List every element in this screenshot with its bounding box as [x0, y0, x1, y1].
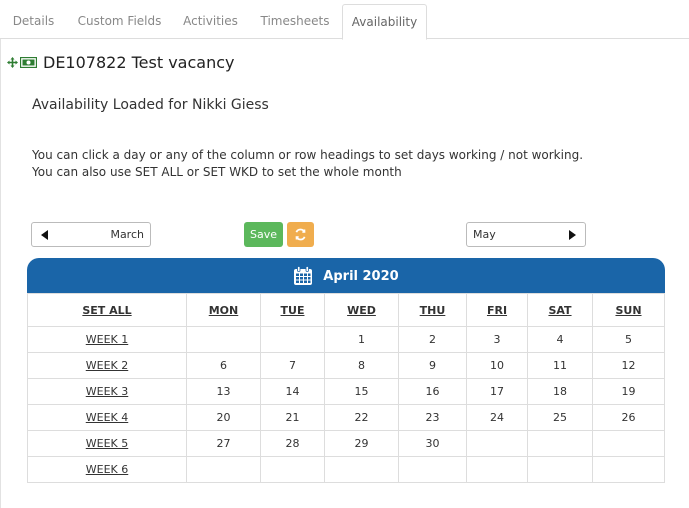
day-cell[interactable] [466, 456, 528, 483]
day-heading-tue[interactable]: TUE [260, 293, 325, 327]
day-heading-sat[interactable]: SAT [527, 293, 593, 327]
day-cell[interactable] [527, 430, 593, 457]
calendar-grid: SET ALL MON TUE WED THU FRI SAT SUN WEEK… [27, 293, 665, 483]
day-cell[interactable] [466, 430, 528, 457]
week-row: WEEK 4 20 21 22 23 24 25 26 [27, 404, 665, 431]
day-cell[interactable]: 9 [398, 352, 467, 379]
day-cell[interactable]: 13 [186, 378, 261, 405]
availability-loaded-text: Availability Loaded for Nikki Giess [32, 97, 269, 113]
cash-icon [20, 56, 37, 68]
calendar-title: April 2020 [323, 268, 399, 284]
day-cell[interactable]: 24 [466, 404, 528, 431]
day-cell[interactable]: 3 [466, 326, 528, 353]
week-heading[interactable]: WEEK 6 [27, 456, 187, 483]
help-text-line-1: You can click a day or any of the column… [32, 148, 584, 162]
day-cell[interactable]: 10 [466, 352, 528, 379]
move-icon[interactable] [7, 56, 18, 68]
previous-month-button[interactable]: March [31, 222, 151, 247]
week-heading[interactable]: WEEK 2 [27, 352, 187, 379]
day-cell[interactable]: 11 [527, 352, 593, 379]
day-cell[interactable] [592, 430, 665, 457]
day-cell[interactable]: 23 [398, 404, 467, 431]
week-heading[interactable]: WEEK 5 [27, 430, 187, 457]
day-cell[interactable]: 1 [324, 326, 399, 353]
tab-timesheets[interactable]: Timesheets [251, 4, 339, 39]
tab-activities[interactable]: Activities [173, 4, 248, 39]
tab-availability[interactable]: Availability [342, 4, 427, 40]
tab-details[interactable]: Details [3, 4, 64, 39]
day-cell[interactable] [186, 456, 261, 483]
day-cell[interactable]: 16 [398, 378, 467, 405]
week-row: WEEK 6 [27, 456, 665, 483]
day-cell[interactable]: 30 [398, 430, 467, 457]
day-cell[interactable]: 20 [186, 404, 261, 431]
day-cell[interactable] [260, 326, 325, 353]
day-cell[interactable]: 26 [592, 404, 665, 431]
week-heading[interactable]: WEEK 1 [27, 326, 187, 353]
day-cell[interactable]: 7 [260, 352, 325, 379]
set-all-heading[interactable]: SET ALL [27, 293, 187, 327]
day-cell[interactable]: 8 [324, 352, 399, 379]
day-cell[interactable]: 17 [466, 378, 528, 405]
day-heading-mon[interactable]: MON [186, 293, 261, 327]
day-cell[interactable]: 27 [186, 430, 261, 457]
day-cell[interactable]: 2 [398, 326, 467, 353]
day-cell[interactable]: 21 [260, 404, 325, 431]
day-cell[interactable] [186, 326, 261, 353]
day-cell[interactable]: 22 [324, 404, 399, 431]
panel-border [0, 39, 1, 508]
calendar-header-row: SET ALL MON TUE WED THU FRI SAT SUN [27, 293, 665, 327]
day-cell[interactable]: 4 [527, 326, 593, 353]
week-row: WEEK 5 27 28 29 30 [27, 430, 665, 457]
week-heading[interactable]: WEEK 3 [27, 378, 187, 405]
arrow-left-icon [41, 230, 48, 240]
day-cell[interactable]: 29 [324, 430, 399, 457]
week-row: WEEK 3 13 14 15 16 17 18 19 [27, 378, 665, 405]
week-row: WEEK 1 1 2 3 4 5 [27, 326, 665, 353]
refresh-icon [295, 228, 306, 241]
day-cell[interactable] [324, 456, 399, 483]
day-cell[interactable]: 5 [592, 326, 665, 353]
day-cell[interactable]: 6 [186, 352, 261, 379]
arrow-right-icon [569, 230, 576, 240]
tab-bar: Details Custom Fields Activities Timeshe… [0, 0, 689, 40]
next-month-button[interactable]: May [466, 222, 586, 247]
tab-custom-fields[interactable]: Custom Fields [69, 4, 170, 39]
day-heading-fri[interactable]: FRI [466, 293, 528, 327]
previous-month-label: March [110, 228, 144, 241]
day-cell[interactable]: 25 [527, 404, 593, 431]
page-title-row: DE107822 Test vacancy [7, 51, 234, 73]
day-cell[interactable]: 19 [592, 378, 665, 405]
page-title: DE107822 Test vacancy [43, 52, 235, 72]
help-text-line-2: You can also use SET ALL or SET WKD to s… [32, 165, 402, 179]
day-cell[interactable] [260, 456, 325, 483]
day-cell[interactable]: 12 [592, 352, 665, 379]
day-cell[interactable] [398, 456, 467, 483]
day-heading-thu[interactable]: THU [398, 293, 467, 327]
refresh-button[interactable] [287, 222, 314, 247]
calendar-header: April 2020 [27, 258, 665, 294]
day-cell[interactable]: 14 [260, 378, 325, 405]
next-month-label: May [473, 228, 496, 241]
day-cell[interactable]: 15 [324, 378, 399, 405]
week-heading[interactable]: WEEK 4 [27, 404, 187, 431]
day-cell[interactable]: 28 [260, 430, 325, 457]
day-cell[interactable]: 18 [527, 378, 593, 405]
day-cell[interactable] [592, 456, 665, 483]
day-heading-wed[interactable]: WED [324, 293, 399, 327]
week-row: WEEK 2 6 7 8 9 10 11 12 [27, 352, 665, 379]
day-heading-sun[interactable]: SUN [592, 293, 665, 327]
day-cell[interactable] [527, 456, 593, 483]
save-button[interactable]: Save [244, 222, 283, 247]
calendar-icon [294, 266, 313, 285]
